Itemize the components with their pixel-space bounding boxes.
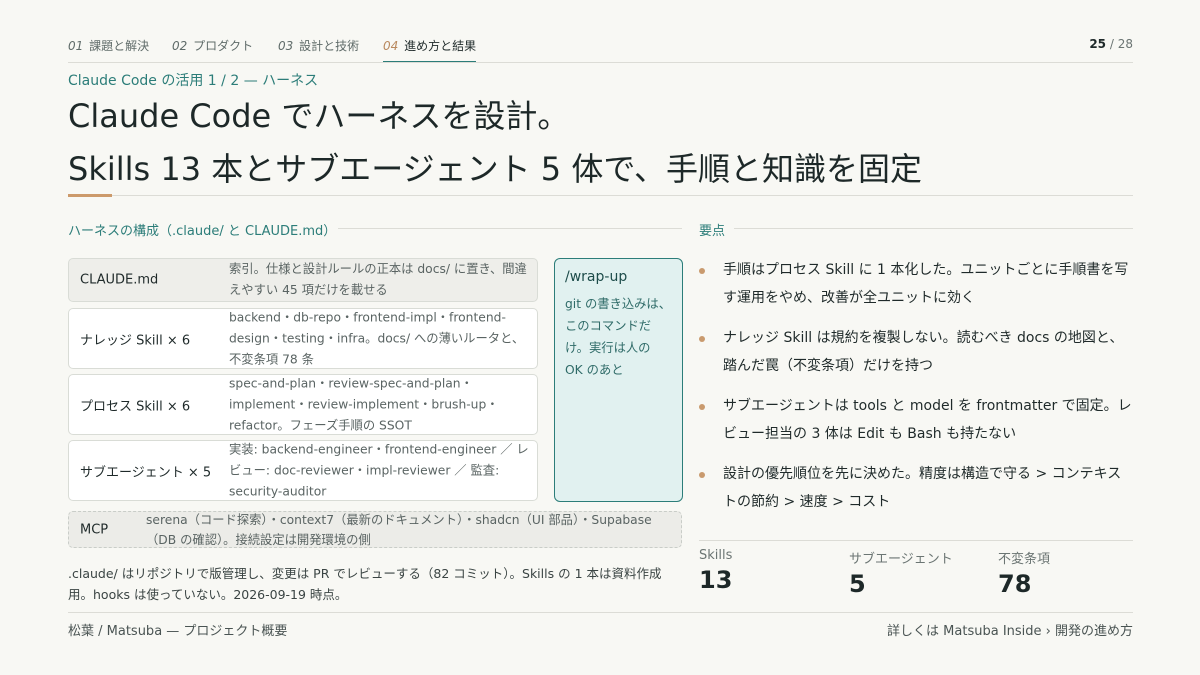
stats-divider bbox=[699, 540, 1133, 541]
bullet-dot-icon bbox=[699, 472, 705, 478]
harness-row-desc: backend・db-repo・frontend-impl・frontend-d… bbox=[229, 310, 525, 366]
mcp-desc: serena（コード探索）・context7（最新のドキュメント）・shadcn… bbox=[146, 512, 652, 547]
title-divider bbox=[112, 195, 1133, 196]
footer-divider bbox=[68, 612, 1133, 613]
title-accent-bar bbox=[68, 194, 112, 197]
bullet-dot-icon bbox=[699, 268, 705, 274]
points-heading-rule bbox=[734, 228, 1133, 229]
stat-value: 78 bbox=[998, 570, 1032, 598]
key-point-text: サブエージェントは tools と model を frontmatter で固… bbox=[723, 398, 1132, 442]
key-point: 設計の優先順位を先に決めた。精度は構造で守る > コンテキストの節約 > 速度 … bbox=[699, 460, 1133, 516]
tab-design-and-tech[interactable]: 03 設計と技術 bbox=[278, 37, 359, 54]
nav-divider bbox=[68, 62, 1133, 63]
wrap-up-desc: git の書き込みは、このコマンドだけ。実行は人の OK のあと bbox=[565, 297, 672, 377]
page-total: / 28 bbox=[1109, 37, 1133, 51]
harness-row-claude-md: CLAUDE.md 索引。仕様と設計ルールの正本は docs/ に置き、間違えや… bbox=[68, 258, 538, 302]
harness-row-desc: spec-and-plan・review-spec-and-plan・imple… bbox=[229, 376, 499, 432]
stat-label: 不変条項 bbox=[998, 552, 1051, 567]
harness-row-desc: 索引。仕様と設計ルールの正本は docs/ に置き、間違えやすい 45 項だけを… bbox=[229, 262, 527, 297]
tab-label: 課題と解決 bbox=[89, 39, 150, 53]
key-point: 手順はプロセス Skill に 1 本化した。ユニットごとに手順書を写す運用をや… bbox=[699, 256, 1133, 312]
stat-value: 5 bbox=[849, 570, 866, 598]
points-heading: 要点 bbox=[699, 224, 726, 239]
harness-row-knowledge-skill: ナレッジ Skill × 6 backend・db-repo・frontend-… bbox=[68, 308, 538, 369]
tab-label: 進め方と結果 bbox=[404, 39, 477, 53]
key-point-text: 設計の優先順位を先に決めた。精度は構造で守る > コンテキストの節約 > 速度 … bbox=[723, 466, 1122, 510]
bullet-dot-icon bbox=[699, 404, 705, 410]
stat-skills: Skills 13 bbox=[699, 548, 732, 594]
slide-title-line-1: Claude Code でハーネスを設計。 bbox=[68, 97, 570, 135]
stat-invariants: 不変条項 78 bbox=[998, 548, 1050, 598]
harness-row-label: プロセス Skill × 6 bbox=[80, 399, 191, 414]
tab-issues-and-solutions[interactable]: 01 課題と解決 bbox=[68, 37, 149, 54]
key-point: ナレッジ Skill は規約を複製しない。読むべき docs の地図と、踏んだ罠… bbox=[699, 324, 1133, 380]
stat-label: サブエージェント bbox=[849, 552, 953, 567]
key-point-text: ナレッジ Skill は規約を複製しない。読むべき docs の地図と、踏んだ罠… bbox=[723, 330, 1124, 374]
key-points-list: 手順はプロセス Skill に 1 本化した。ユニットごとに手順書を写す運用をや… bbox=[699, 256, 1133, 528]
stat-label: Skills bbox=[699, 548, 733, 563]
harness-heading: ハーネスの構成（.claude/ と CLAUDE.md） bbox=[68, 224, 337, 239]
tab-number: 01 bbox=[68, 39, 84, 53]
mcp-label: MCP bbox=[80, 522, 109, 537]
page-current: 25 bbox=[1089, 37, 1107, 51]
tab-label: 設計と技術 bbox=[299, 39, 360, 53]
harness-row-label: CLAUDE.md bbox=[80, 272, 159, 288]
harness-row-label: ナレッジ Skill × 6 bbox=[80, 333, 191, 348]
tab-number: 03 bbox=[278, 39, 294, 53]
key-point-text: 手順はプロセス Skill に 1 本化した。ユニットごとに手順書を写す運用をや… bbox=[723, 262, 1129, 306]
harness-row-subagents: サブエージェント × 5 実装: backend-engineer・fronte… bbox=[68, 440, 538, 501]
key-point: サブエージェントは tools と model を frontmatter で固… bbox=[699, 392, 1133, 448]
slide-title: Claude Code でハーネスを設計。 Skills 13 本とサブエージェ… bbox=[68, 90, 922, 196]
harness-row-process-skill: プロセス Skill × 6 spec-and-plan・review-spec… bbox=[68, 374, 538, 435]
harness-row-mcp: MCP serena（コード探索）・context7（最新のドキュメント）・sh… bbox=[68, 511, 682, 548]
tab-product[interactable]: 02 プロダクト bbox=[172, 37, 253, 54]
harness-row-desc: 実装: backend-engineer・frontend-engineer ／… bbox=[229, 442, 529, 498]
harness-note: .claude/ はリポジトリで版管理し、変更は PR でレビューする（82 コ… bbox=[68, 566, 662, 602]
tab-number: 04 bbox=[383, 39, 399, 53]
slide-eyebrow: Claude Code の活用 1 / 2 — ハーネス bbox=[68, 73, 319, 89]
wrap-up-callout: /wrap-up git の書き込みは、このコマンドだけ。実行は人の OK のあ… bbox=[554, 258, 683, 502]
footer-project-name: 松葉 / Matsuba — プロジェクト概要 bbox=[68, 624, 288, 639]
tab-label: プロダクト bbox=[193, 39, 254, 53]
slide-title-line-2: Skills 13 本とサブエージェント 5 体で、手順と知識を固定 bbox=[68, 150, 923, 188]
stat-subagents: サブエージェント 5 bbox=[849, 548, 953, 598]
page-counter: 25 / 28 bbox=[1089, 37, 1133, 51]
wrap-up-title: /wrap-up bbox=[565, 269, 628, 285]
stat-value: 13 bbox=[699, 566, 733, 594]
tab-number: 02 bbox=[172, 39, 188, 53]
top-nav: 01 課題と解決 02 プロダクト 03 設計と技術 04 進め方と結果 25 … bbox=[68, 36, 1133, 63]
tab-process-and-results[interactable]: 04 進め方と結果 bbox=[383, 37, 477, 63]
footer-more-info-link[interactable]: 詳しくは Matsuba Inside › 開発の進め方 bbox=[887, 620, 1133, 639]
bullet-dot-icon bbox=[699, 336, 705, 342]
harness-heading-rule bbox=[338, 228, 682, 229]
harness-row-label: サブエージェント × 5 bbox=[80, 465, 212, 480]
